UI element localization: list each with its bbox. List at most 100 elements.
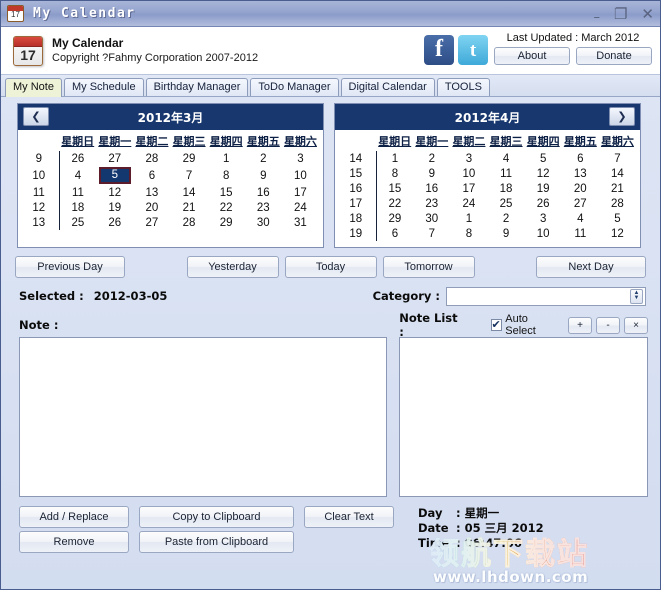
calendar-day-cell[interactable]: 4 <box>488 151 525 166</box>
calendar-day-cell[interactable]: 23 <box>245 200 282 215</box>
calendar-day-cell[interactable]: 9 <box>488 226 525 241</box>
calendar-day-cell[interactable]: 12 <box>96 185 133 200</box>
today-button[interactable]: Today <box>284 256 377 278</box>
close-icon[interactable]: ✕ <box>641 6 654 22</box>
calendar-day-cell[interactable]: 15 <box>376 181 413 196</box>
add-note-button[interactable]: + <box>568 316 592 334</box>
calendar-day-cell[interactable]: 8 <box>450 226 487 241</box>
tomorrow-button[interactable]: Tomorrow <box>382 256 475 278</box>
calendar-day-cell[interactable]: 22 <box>208 200 245 215</box>
note-textarea[interactable] <box>19 337 388 497</box>
paste-from-clipboard-button[interactable]: Paste from Clipboard <box>139 531 294 553</box>
calendar-day-cell[interactable]: 27 <box>96 151 133 166</box>
clear-note-list-button[interactable]: × <box>624 316 648 334</box>
calendar-day-cell[interactable]: 17 <box>450 181 487 196</box>
note-list-box[interactable] <box>399 337 648 497</box>
tab-todo-manager[interactable]: ToDo Manager <box>250 78 339 96</box>
next-month-button[interactable]: ❯ <box>609 107 635 126</box>
donate-button[interactable]: Donate <box>576 47 652 65</box>
calendar-day-cell[interactable]: 23 <box>413 196 450 211</box>
tab-my-schedule[interactable]: My Schedule <box>63 78 144 96</box>
calendar-day-cell[interactable]: 1 <box>376 151 413 166</box>
prev-month-button[interactable]: ❮ <box>23 107 49 126</box>
calendar-day-cell[interactable]: 8 <box>208 166 245 185</box>
calendar-day-cell[interactable]: 20 <box>133 200 170 215</box>
calendar-day-cell[interactable]: 2 <box>413 151 450 166</box>
twitter-icon[interactable]: t <box>458 35 488 65</box>
calendar-day-cell[interactable]: 1 <box>450 211 487 226</box>
next-day-button[interactable]: Next Day <box>536 256 646 278</box>
calendar-day-cell[interactable]: 8 <box>376 166 413 181</box>
category-spinner-icon[interactable]: ▲ ▼ <box>630 288 643 304</box>
about-button[interactable]: About <box>494 47 570 65</box>
tab-tools[interactable]: TOOLS <box>436 78 490 96</box>
calendar-day-cell[interactable]: 12 <box>599 226 636 241</box>
calendar-day-cell[interactable]: 31 <box>282 215 319 230</box>
calendar-day-cell[interactable]: 12 <box>525 166 562 181</box>
calendar-day-cell[interactable]: 3 <box>525 211 562 226</box>
calendar-day-cell[interactable]: 27 <box>133 215 170 230</box>
calendar-day-cell[interactable]: 2 <box>488 211 525 226</box>
remove-button[interactable]: Remove <box>19 531 129 553</box>
calendar-day-cell[interactable]: 11 <box>488 166 525 181</box>
calendar-day-cell[interactable]: 18 <box>488 181 525 196</box>
previous-day-button[interactable]: Previous Day <box>15 256 125 278</box>
calendar-day-cell[interactable]: 25 <box>59 215 96 230</box>
calendar-day-cell[interactable]: 28 <box>599 196 636 211</box>
auto-select-control[interactable]: Auto Select <box>490 313 560 337</box>
calendar-day-cell[interactable]: 30 <box>245 215 282 230</box>
calendar-day-cell[interactable]: 7 <box>599 151 636 166</box>
calendar-day-cell[interactable]: 11 <box>59 185 96 200</box>
calendar-day-cell[interactable]: 21 <box>171 200 208 215</box>
calendar-day-cell[interactable]: 21 <box>599 181 636 196</box>
calendar-day-cell[interactable]: 11 <box>562 226 599 241</box>
calendar-day-cell[interactable]: 6 <box>133 166 170 185</box>
clear-text-button[interactable]: Clear Text <box>304 506 394 528</box>
calendar-day-cell[interactable]: 4 <box>562 211 599 226</box>
calendar-day-cell[interactable]: 9 <box>413 166 450 181</box>
calendar-day-cell[interactable]: 7 <box>171 166 208 185</box>
category-combobox[interactable]: ▲ ▼ <box>446 286 646 306</box>
calendar-day-cell[interactable]: 13 <box>133 185 170 200</box>
add-replace-button[interactable]: Add / Replace <box>19 506 129 528</box>
maximize-icon[interactable]: ❐ <box>614 6 627 22</box>
facebook-icon[interactable]: f <box>424 35 454 65</box>
calendar-day-cell[interactable]: 19 <box>525 181 562 196</box>
calendar-day-cell[interactable]: 5 <box>525 151 562 166</box>
tab-my-note[interactable]: My Note <box>5 78 62 97</box>
remove-note-button[interactable]: - <box>596 316 620 334</box>
calendar-day-cell[interactable]: 17 <box>282 185 319 200</box>
calendar-day-cell[interactable]: 2 <box>245 151 282 166</box>
calendar-day-cell[interactable]: 30 <box>413 211 450 226</box>
calendar-day-cell[interactable]: 10 <box>525 226 562 241</box>
calendar-day-cell[interactable]: 28 <box>171 215 208 230</box>
calendar-day-cell[interactable]: 14 <box>171 185 208 200</box>
yesterday-button[interactable]: Yesterday <box>186 256 279 278</box>
calendar-day-cell[interactable]: 24 <box>450 196 487 211</box>
calendar-day-cell[interactable]: 14 <box>599 166 636 181</box>
calendar-day-cell[interactable]: 10 <box>282 166 319 185</box>
calendar-day-cell[interactable]: 13 <box>562 166 599 181</box>
minimize-icon[interactable]: – <box>593 11 600 24</box>
calendar-day-cell[interactable]: 6 <box>376 226 413 241</box>
calendar-day-cell[interactable]: 15 <box>208 185 245 200</box>
calendar-day-cell[interactable]: 16 <box>413 181 450 196</box>
calendar-day-cell[interactable]: 24 <box>282 200 319 215</box>
calendar-day-cell[interactable]: 18 <box>59 200 96 215</box>
calendar-day-cell[interactable]: 3 <box>282 151 319 166</box>
calendar-day-cell[interactable]: 3 <box>450 151 487 166</box>
calendar-day-cell[interactable]: 16 <box>245 185 282 200</box>
calendar-day-cell[interactable]: 29 <box>376 211 413 226</box>
auto-select-checkbox[interactable] <box>490 318 503 331</box>
calendar-day-cell[interactable]: 26 <box>59 151 96 166</box>
calendar-day-cell-selected[interactable]: 5 <box>96 166 133 185</box>
calendar-day-cell[interactable]: 20 <box>562 181 599 196</box>
tab-digital-calendar[interactable]: Digital Calendar <box>340 78 435 96</box>
calendar-day-cell[interactable]: 4 <box>59 166 96 185</box>
calendar-day-cell[interactable]: 6 <box>562 151 599 166</box>
copy-to-clipboard-button[interactable]: Copy to Clipboard <box>139 506 294 528</box>
calendar-day-cell[interactable]: 19 <box>96 200 133 215</box>
calendar-day-cell[interactable]: 9 <box>245 166 282 185</box>
tab-birthday-manager[interactable]: Birthday Manager <box>145 78 249 96</box>
calendar-day-cell[interactable]: 7 <box>413 226 450 241</box>
